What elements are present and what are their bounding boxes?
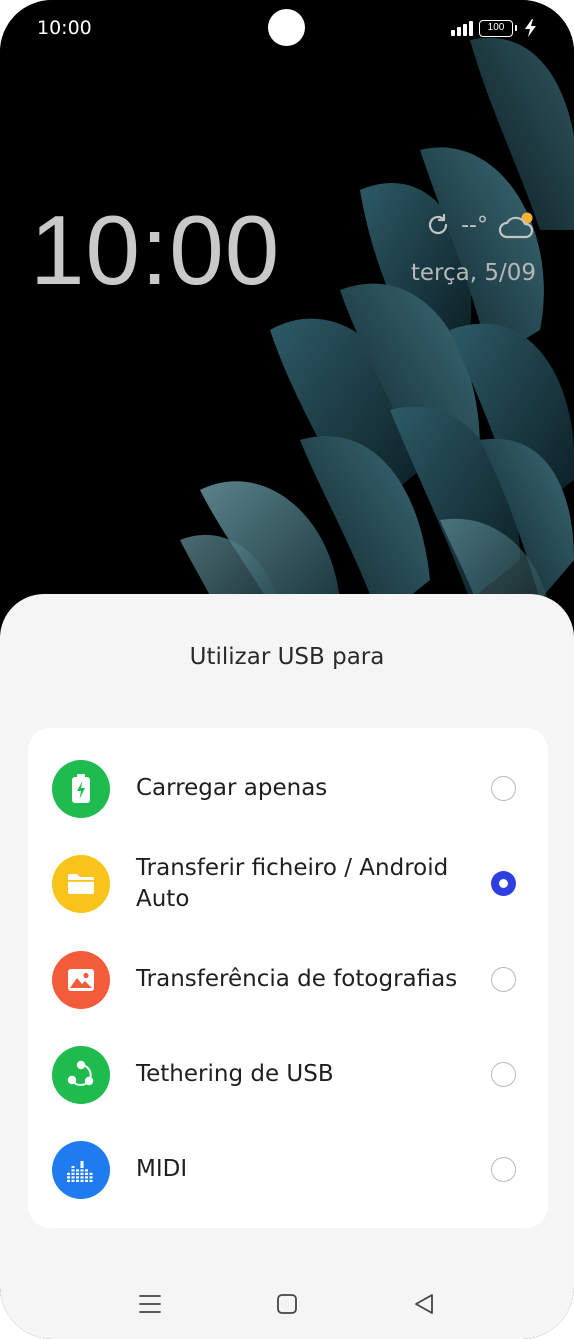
partly-cloudy-icon [498,212,534,239]
status-bar-indicators: 100 [451,18,536,38]
status-bar-time: 10:00 [37,17,92,39]
option-label: Transferência de fotografias [136,966,458,992]
lock-screen-clock: 10:00 [30,195,281,305]
photo-icon [52,951,110,1009]
option-file-transfer[interactable]: Transferir ficheiro / Android Auto [28,855,548,913]
phone-screen: 10:00 100 10:00 --° terça, 5/09 Utilizar… [0,0,574,1339]
radio-button-selected[interactable] [491,871,516,896]
back-icon[interactable] [404,1284,444,1324]
folder-icon [52,855,110,913]
battery-icon: 100 [479,19,517,37]
radio-button[interactable] [491,967,516,992]
radio-button[interactable] [491,1157,516,1182]
menu-icon[interactable] [130,1284,170,1324]
battery-charge-icon [52,760,110,818]
weather-temperature: --° [461,212,488,238]
option-label: Carregar apenas [136,775,328,801]
refresh-icon[interactable] [425,212,451,238]
option-label: MIDI [136,1156,188,1182]
home-icon[interactable] [267,1284,307,1324]
option-label: Tethering de USB [136,1061,334,1087]
radio-button[interactable] [491,776,516,801]
option-usb-tethering[interactable]: Tethering de USB [28,1046,548,1104]
sheet-title: Utilizar USB para [189,644,385,670]
share-icon [52,1046,110,1104]
charging-bolt-icon [525,19,536,37]
battery-level: 100 [487,22,505,33]
option-charge-only[interactable]: Carregar apenas [28,760,548,818]
weather-widget[interactable]: --° [425,210,536,240]
lock-wallpaper [0,0,574,640]
lock-screen-date: terça, 5/09 [410,260,536,286]
option-label: Transferir ficheiro / Android Auto [136,855,449,912]
option-midi[interactable]: MIDI [28,1141,548,1199]
usb-options-list: Carregar apenas Transferir ficheiro / An… [28,728,548,1228]
equalizer-icon [52,1141,110,1199]
navigation-bar [0,1284,574,1326]
radio-button[interactable] [491,1062,516,1087]
signal-icon [451,20,473,36]
option-photo-transfer[interactable]: Transferência de fotografias [28,951,548,1009]
front-camera [268,9,305,46]
usb-options-sheet: Utilizar USB para Carregar apenas Transf… [0,594,574,1339]
